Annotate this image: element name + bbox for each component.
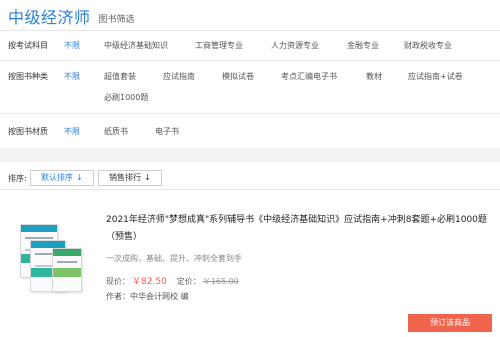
filter-option-guide-plus-papers[interactable]: 应试指南+试卷 [408,71,463,82]
product-description: 一次成购，基础、提升、冲刺全套到手 [106,254,242,263]
filter-option-economic-basics[interactable]: 中级经济基础知识 [104,40,168,51]
author-name: 中华会计网校 编 [130,292,189,301]
page-subtitle: 图书筛选 [98,15,135,25]
filter-row-material: 按图书材质 不限 纸质书 电子书 [0,114,500,146]
filter-option-must-do-1000[interactable]: 必刷1000题 [104,92,148,103]
book-cover-back [52,248,82,292]
filter-option-unlimited[interactable]: 不限 [64,126,80,137]
sort-sales-label: 销售排行 [109,173,141,182]
current-price: ￥82.50 [132,277,167,287]
sort-label: 排序: [8,174,27,183]
arrow-down-icon: ↓ [76,173,83,182]
filter-option-unlimited[interactable]: 不限 [64,71,80,82]
product-title[interactable]: 2021年经济师"梦想成真"系列辅导书《中级经济基础知识》应试指南+冲刺8套题+… [106,212,492,246]
filter-option-business-management[interactable]: 工商管理专业 [195,40,243,51]
arrow-down-icon: ↓ [144,173,151,182]
filter-option-value-bundle[interactable]: 超值套装 [104,71,136,82]
filter-row-label: 按图书种类 [8,72,48,81]
filter-option-textbook[interactable]: 教材 [366,71,382,82]
filter-row-subject: 按考试科目 不限 中级经济基础知识 工商管理专业 人力资源专业 金融专业 财政税… [0,31,500,59]
filter-option-fiscal-tax[interactable]: 财政税收专业 [404,40,452,51]
sort-sales-button[interactable]: 销售排行 ↓ [98,170,162,186]
sort-default-button[interactable]: 默认排序 ↓ [30,170,94,186]
author-row: 作者：中华会计网校 编 [106,291,189,302]
filter-row-label: 按图书材质 [8,127,48,136]
filter-row-label: 按考试科目 [8,41,48,50]
filter-panel: 按考试科目 不限 中级经济基础知识 工商管理专业 人力资源专业 金融专业 财政税… [0,30,500,146]
product-cover-image[interactable] [18,218,88,296]
filter-option-unlimited[interactable]: 不限 [64,40,80,51]
filter-option-ebook[interactable]: 电子书 [155,126,179,137]
original-price: ￥165.00 [202,277,239,286]
sort-bar: 排序: 默认排序 ↓ 销售排行 ↓ [0,166,500,190]
author-label: 作者： [106,292,130,301]
page-title: 中级经济师 [8,8,91,27]
preorder-button[interactable]: 预订该商品 [408,314,492,332]
filter-option-ebook-compilation[interactable]: 考点汇编电子书 [281,71,337,82]
product-card: 2021年经济师"梦想成真"系列辅导书《中级经济基础知识》应试指南+冲刺8套题+… [0,196,500,337]
filter-option-human-resources[interactable]: 人力资源专业 [271,40,319,51]
filter-option-exam-guide[interactable]: 应试指南 [163,71,195,82]
price-label: 现价： [106,277,130,286]
section-gap [0,148,500,162]
filter-option-mock-papers[interactable]: 模拟试卷 [222,71,254,82]
original-price-label: 定价： [176,277,201,286]
filter-option-paper-book[interactable]: 纸质书 [104,126,128,137]
filter-option-finance[interactable]: 金融专业 [347,40,379,51]
page-header: 中级经济师 图书筛选 [8,6,135,28]
sort-default-label: 默认排序 [41,173,73,182]
price-row: 现价： ￥82.50 定价： ￥165.00 [106,274,239,287]
filter-row-book-type: 按图书种类 不限 超值套装 应试指南 模拟试卷 考点汇编电子书 教材 应试指南+… [0,61,500,111]
